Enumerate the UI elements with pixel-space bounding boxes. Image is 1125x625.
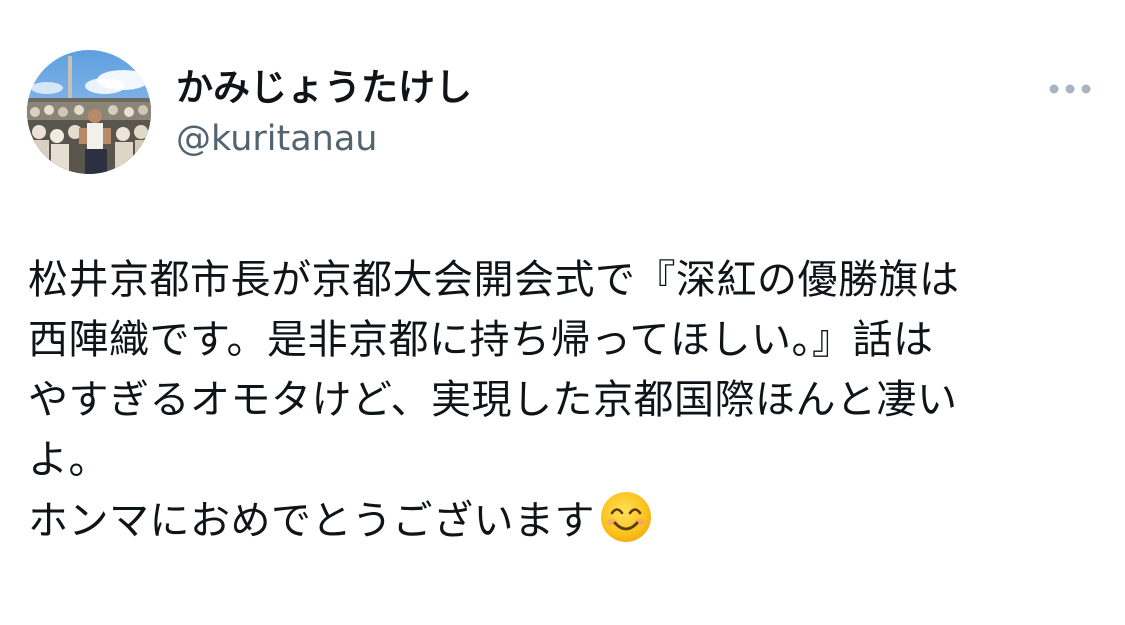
author-display-name[interactable]: かみじょうたけし <box>176 66 472 110</box>
tweet-text-line: やすぎるオモタけど、実現した京都国際ほんと凄い <box>28 377 958 423</box>
tweet-text-line: 松井京都市長が京都大会開会式で『深紅の優勝旗は <box>28 257 960 303</box>
more-horizontal-icon <box>1049 84 1091 94</box>
tweet-text-line: ホンマにおめでとうございます <box>28 498 595 544</box>
author-avatar[interactable] <box>27 50 151 174</box>
tweet-text-line: よ。 <box>28 437 109 483</box>
smiling-face-emoji-icon <box>599 490 653 544</box>
tweet-text-line: 西陣織です。是非京都に持ち帰ってほしい。』話は <box>28 317 934 363</box>
tweet-text-last-line: ホンマにおめでとうございます <box>28 490 1103 550</box>
tweet-card: かみじょうたけし @kuritanau 松井京都市長が京都大会開会式で『深紅の優… <box>0 0 1125 625</box>
author-handle[interactable]: @kuritanau <box>176 118 377 160</box>
tweet-text: 松井京都市長が京都大会開会式で『深紅の優勝旗は 西陣織です。是非京都に持ち帰って… <box>28 250 1103 550</box>
profile-photo-icon <box>27 50 151 174</box>
more-options-button[interactable] <box>1044 74 1096 104</box>
